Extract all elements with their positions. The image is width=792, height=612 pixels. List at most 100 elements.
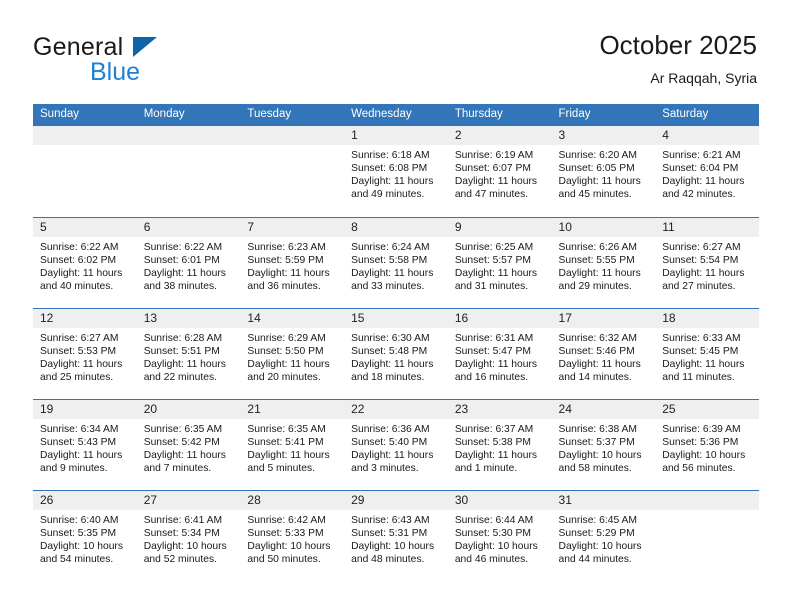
calendar-week-row: 5 Sunrise: 6:22 AM Sunset: 6:02 PM Daylight…: [33, 216, 759, 308]
calendar-day-cell[interactable]: 14 Sunrise: 6:29 AM Sunset: 5:50 PM Dayligh…: [240, 307, 345, 399]
calendar-table-wrap: Sunday Monday Tuesday Wednesday Thursday Frid…: [33, 104, 759, 581]
day-info-line: Daylight: 11 hours: [247, 267, 330, 279]
day-info-line: Sunrise: 6:25 AM: [454, 241, 534, 253]
day-number: 31: [551, 490, 656, 510]
day-sun-info: Sunrise: 6:27 AM Sunset: 5:53 PM Daylight:…: [33, 328, 137, 384]
day-info-line: Sunset: 6:02 PM: [40, 254, 117, 266]
calendar-day-cell[interactable]: 10 Sunrise: 6:26 AM Sunset: 5:55 PM Dayligh…: [551, 216, 656, 308]
calendar-day-cell[interactable]: 29 Sunrise: 6:43 AM Sunset: 5:31 PM Dayligh…: [344, 489, 448, 581]
day-info-line: Sunrise: 6:22 AM: [40, 241, 119, 253]
calendar-cell-empty: [33, 126, 137, 217]
calendar-day-cell[interactable]: 11 Sunrise: 6:27 AM Sunset: 5:54 PM Dayligh…: [655, 216, 759, 308]
day-info-line: Sunrise: 6:26 AM: [558, 241, 637, 253]
day-number: 6: [136, 217, 241, 237]
day-info-line: Sunrise: 6:45 AM: [558, 514, 637, 526]
day-info-line: Daylight: 11 hours: [247, 358, 330, 370]
day-sun-info: Sunrise: 6:23 AM Sunset: 5:59 PM Daylight:…: [240, 237, 344, 293]
weekday-header-monday: Monday: [136, 104, 241, 126]
day-info-line: Daylight: 11 hours: [351, 176, 434, 188]
day-number: 30: [447, 490, 552, 510]
calendar-day-cell[interactable]: 17 Sunrise: 6:32 AM Sunset: 5:46 PM Dayligh…: [551, 307, 656, 399]
calendar-day-cell[interactable]: 12 Sunrise: 6:27 AM Sunset: 5:53 PM Dayligh…: [33, 307, 137, 399]
weekday-header-sunday: Sunday: [33, 104, 137, 126]
day-info-line: Daylight: 10 hours: [558, 449, 642, 461]
day-info-line: Sunrise: 6:20 AM: [558, 150, 637, 161]
calendar-day-cell[interactable]: 21 Sunrise: 6:35 AM Sunset: 5:41 PM Dayligh…: [240, 398, 345, 490]
day-sun-info: Sunrise: 6:37 AM Sunset: 5:38 PM Daylight:…: [448, 419, 552, 475]
calendar-day-cell[interactable]: 27 Sunrise: 6:41 AM Sunset: 5:34 PM Dayligh…: [136, 489, 241, 581]
page-subtitle: Ar Raqqah, Syria: [650, 70, 757, 86]
day-sun-info: Sunrise: 6:38 AM Sunset: 5:37 PM Daylight:…: [552, 419, 656, 475]
weekday-header-thursday: Thursday: [447, 104, 552, 126]
calendar-day-cell[interactable]: 8 Sunrise: 6:24 AM Sunset: 5:58 PM Daylight…: [344, 216, 448, 308]
calendar-day-cell[interactable]: 23 Sunrise: 6:37 AM Sunset: 5:38 PM Dayligh…: [447, 398, 552, 490]
calendar-day-cell[interactable]: 31 Sunrise: 6:45 AM Sunset: 5:29 PM Dayligh…: [551, 489, 656, 581]
calendar-body: 1 Sunrise: 6:18 AM Sunset: 6:08 PM Daylight…: [33, 126, 759, 581]
calendar-day-cell[interactable]: 24 Sunrise: 6:38 AM Sunset: 5:37 PM Dayligh…: [551, 398, 656, 490]
calendar-day-cell[interactable]: 19 Sunrise: 6:34 AM Sunset: 5:43 PM Dayligh…: [33, 398, 137, 490]
calendar-day-cell[interactable]: 20 Sunrise: 6:35 AM Sunset: 5:42 PM Dayligh…: [136, 398, 241, 490]
calendar-day-cell[interactable]: 1 Sunrise: 6:18 AM Sunset: 6:08 PM Daylight…: [344, 126, 448, 217]
calendar-day-cell[interactable]: 6 Sunrise: 6:22 AM Sunset: 6:01 PM Daylight…: [136, 216, 241, 308]
day-info-line: Sunset: 5:53 PM: [40, 345, 117, 357]
day-info-line: Sunset: 5:50 PM: [247, 345, 324, 357]
calendar-day-cell[interactable]: 28 Sunrise: 6:42 AM Sunset: 5:33 PM Dayligh…: [240, 489, 345, 581]
calendar-day-cell[interactable]: 18 Sunrise: 6:33 AM Sunset: 5:45 PM Dayligh…: [655, 307, 759, 399]
day-info-line: Daylight: 10 hours: [40, 540, 123, 552]
calendar-day-cell[interactable]: 25 Sunrise: 6:39 AM Sunset: 5:36 PM Dayligh…: [655, 398, 759, 490]
day-sun-info: Sunrise: 6:43 AM Sunset: 5:31 PM Daylight:…: [344, 510, 448, 566]
calendar-day-cell[interactable]: 30 Sunrise: 6:44 AM Sunset: 5:30 PM Dayligh…: [447, 489, 552, 581]
day-info-line: Sunrise: 6:21 AM: [662, 150, 741, 161]
day-info-line: Sunset: 6:01 PM: [143, 254, 220, 266]
calendar-day-cell[interactable]: 9 Sunrise: 6:25 AM Sunset: 5:57 PM Daylight…: [447, 216, 552, 308]
calendar-day-cell[interactable]: 7 Sunrise: 6:23 AM Sunset: 5:59 PM Daylight…: [240, 216, 345, 308]
day-number: 22: [344, 399, 448, 419]
day-info-line: and 33 minutes.: [351, 280, 425, 292]
calendar-day-cell[interactable]: 5 Sunrise: 6:22 AM Sunset: 6:02 PM Daylight…: [33, 216, 137, 308]
day-info-line: and 9 minutes.: [40, 462, 108, 474]
day-number: 10: [551, 217, 656, 237]
calendar-day-cell[interactable]: 4 Sunrise: 6:21 AM Sunset: 6:04 PM Daylight…: [655, 126, 759, 217]
logo-text-blue: Blue: [90, 58, 141, 86]
calendar-day-cell[interactable]: 3 Sunrise: 6:20 AM Sunset: 6:05 PM Daylight…: [551, 126, 656, 217]
day-info-line: Sunset: 5:31 PM: [351, 527, 428, 539]
day-sun-info: [240, 145, 344, 149]
calendar-week-row: 26 Sunrise: 6:40 AM Sunset: 5:35 PM Dayligh…: [33, 489, 759, 581]
day-info-line: Sunset: 5:45 PM: [662, 345, 739, 357]
day-info-line: Sunset: 5:41 PM: [247, 436, 324, 448]
day-info-line: and 29 minutes.: [558, 280, 632, 292]
day-info-line: Daylight: 11 hours: [558, 267, 641, 279]
day-info-line: Sunrise: 6:34 AM: [40, 423, 119, 435]
day-number: 7: [240, 217, 345, 237]
day-info-line: Daylight: 10 hours: [662, 449, 746, 461]
day-info-line: Sunset: 5:54 PM: [662, 254, 739, 266]
day-info-line: Sunrise: 6:35 AM: [247, 423, 326, 435]
day-sun-info: Sunrise: 6:22 AM Sunset: 6:01 PM Daylight:…: [137, 237, 241, 293]
day-info-line: and 31 minutes.: [454, 280, 529, 292]
day-info-line: and 42 minutes.: [662, 189, 736, 201]
day-info-line: Sunset: 5:47 PM: [454, 345, 531, 357]
day-info-line: Daylight: 11 hours: [454, 358, 538, 370]
day-info-line: Sunrise: 6:43 AM: [351, 514, 430, 526]
day-info-line: Daylight: 11 hours: [454, 449, 538, 461]
calendar-day-cell[interactable]: 22 Sunrise: 6:36 AM Sunset: 5:40 PM Dayligh…: [344, 398, 448, 490]
calendar-day-cell[interactable]: 26 Sunrise: 6:40 AM Sunset: 5:35 PM Dayligh…: [33, 489, 137, 581]
calendar-day-cell[interactable]: 13 Sunrise: 6:28 AM Sunset: 5:51 PM Dayligh…: [136, 307, 241, 399]
day-info-line: Daylight: 11 hours: [662, 267, 745, 279]
day-sun-info: Sunrise: 6:36 AM Sunset: 5:40 PM Daylight:…: [344, 419, 448, 475]
day-sun-info: Sunrise: 6:27 AM Sunset: 5:54 PM Daylight:…: [655, 237, 759, 293]
day-info-line: Daylight: 11 hours: [351, 358, 434, 370]
calendar-day-cell[interactable]: 15 Sunrise: 6:30 AM Sunset: 5:48 PM Dayligh…: [344, 307, 448, 399]
day-info-line: Sunrise: 6:42 AM: [247, 514, 326, 526]
day-sun-info: [137, 145, 241, 149]
calendar-day-cell[interactable]: 16 Sunrise: 6:31 AM Sunset: 5:47 PM Dayligh…: [447, 307, 552, 399]
day-info-line: Daylight: 11 hours: [351, 449, 434, 461]
day-info-line: and 16 minutes.: [454, 371, 529, 383]
calendar-day-cell[interactable]: 2 Sunrise: 6:19 AM Sunset: 6:07 PM Daylight…: [447, 126, 552, 217]
day-number: 1: [344, 126, 448, 145]
day-info-line: Sunset: 5:43 PM: [40, 436, 117, 448]
general-blue-logo[interactable]: General Blue: [33, 33, 223, 86]
day-info-line: Sunset: 5:51 PM: [143, 345, 220, 357]
day-info-line: Sunset: 5:57 PM: [454, 254, 531, 266]
sun-times-calendar: Sunday Monday Tuesday Wednesday Thursday Frid…: [33, 104, 759, 581]
